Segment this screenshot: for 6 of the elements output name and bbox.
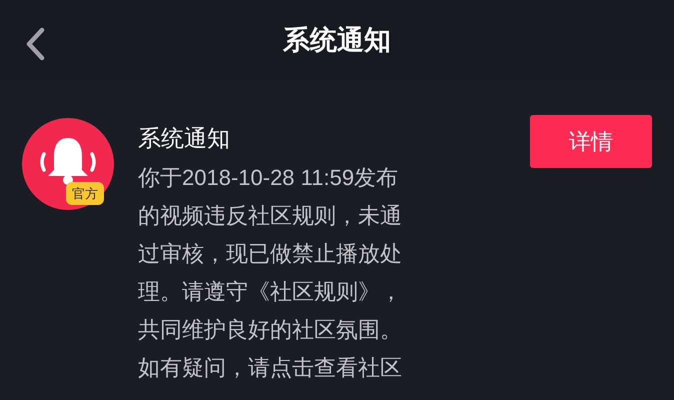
official-badge: 官方: [66, 182, 104, 205]
page-title: 系统通知: [283, 24, 391, 57]
sender-name: 系统通知: [138, 124, 231, 153]
notification-message: 你于2018-10-28 11:59发布 的视频违反社区规则，未通 过审核，现已做禁止播放处 理。请遵守《社区规则》， 共同维护良好的社区氛围。 如有疑问，请点击查看社区: [138, 164, 403, 382]
back-icon[interactable]: [24, 27, 46, 61]
details-button[interactable]: 详情: [530, 115, 652, 168]
